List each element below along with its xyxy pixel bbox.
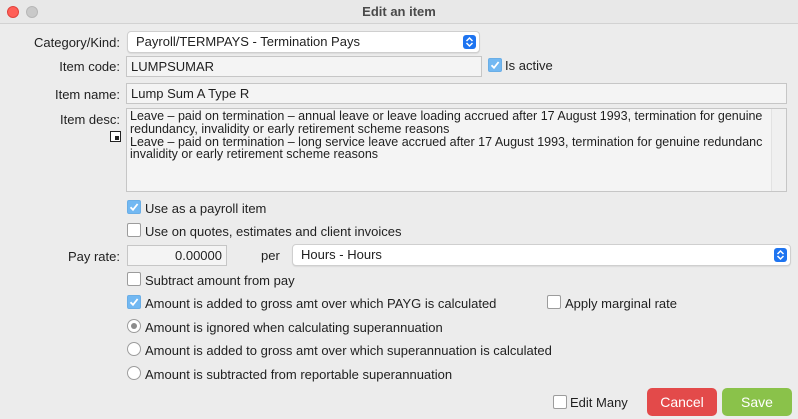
is-active-checkbox[interactable]: [488, 58, 502, 72]
item-desc-label: Item desc:: [60, 112, 120, 127]
desc-line: Leave – paid on termination – annual lea…: [130, 109, 763, 123]
item-code-label: Item code:: [59, 59, 120, 74]
item-desc-textarea[interactable]: Leave – paid on termination – annual lea…: [126, 108, 787, 192]
pay-rate-field[interactable]: 0.00000: [127, 245, 227, 266]
cancel-button[interactable]: Cancel: [647, 388, 717, 416]
title-bar: Edit an item: [0, 0, 798, 24]
added-to-payg-label: Amount is added to gross amt over which …: [145, 296, 497, 311]
subtract-amount-checkbox[interactable]: [127, 272, 141, 286]
super-added-radio[interactable]: [127, 342, 141, 356]
category-label: Category/Kind:: [34, 35, 120, 50]
note-icon[interactable]: [110, 131, 121, 142]
edit-many-checkbox[interactable]: [553, 395, 567, 409]
use-as-payroll-label: Use as a payroll item: [145, 201, 267, 216]
apply-marginal-label: Apply marginal rate: [565, 296, 677, 311]
desc-line: invalidity or early retirement scheme re…: [130, 147, 379, 162]
use-as-payroll-checkbox[interactable]: [127, 200, 141, 214]
use-on-quotes-label: Use on quotes, estimates and client invo…: [145, 224, 402, 239]
save-button[interactable]: Save: [722, 388, 792, 416]
per-unit-select-value: Hours - Hours: [301, 247, 382, 262]
select-stepper-icon: [774, 248, 787, 262]
super-subtracted-radio[interactable]: [127, 366, 141, 380]
category-select[interactable]: Payroll/TERMPAYS - Termination Pays: [127, 31, 480, 53]
edit-many-label: Edit Many: [570, 395, 628, 410]
super-added-label: Amount is added to gross amt over which …: [145, 343, 552, 358]
apply-marginal-checkbox[interactable]: [547, 295, 561, 309]
added-to-payg-checkbox[interactable]: [127, 295, 141, 309]
use-on-quotes-checkbox[interactable]: [127, 223, 141, 237]
per-unit-select[interactable]: Hours - Hours: [292, 244, 791, 266]
category-select-value: Payroll/TERMPAYS - Termination Pays: [136, 34, 360, 49]
desc-line: redundancy, invalidity or early retireme…: [130, 121, 450, 136]
item-name-field[interactable]: Lump Sum A Type R: [126, 83, 787, 104]
window-title: Edit an item: [362, 4, 436, 19]
super-ignored-radio[interactable]: [127, 319, 141, 333]
subtract-amount-label: Subtract amount from pay: [145, 273, 295, 288]
desc-scrollbar[interactable]: [771, 109, 786, 191]
pay-rate-label: Pay rate:: [67, 249, 120, 264]
is-active-label: Is active: [505, 58, 553, 73]
select-stepper-icon: [463, 35, 476, 49]
super-ignored-label: Amount is ignored when calculating super…: [145, 320, 443, 335]
super-subtracted-label: Amount is subtracted from reportable sup…: [145, 367, 453, 382]
item-name-label: Item name:: [54, 87, 120, 102]
per-label: per: [261, 248, 280, 263]
item-code-field[interactable]: LUMPSUMAR: [126, 56, 482, 77]
